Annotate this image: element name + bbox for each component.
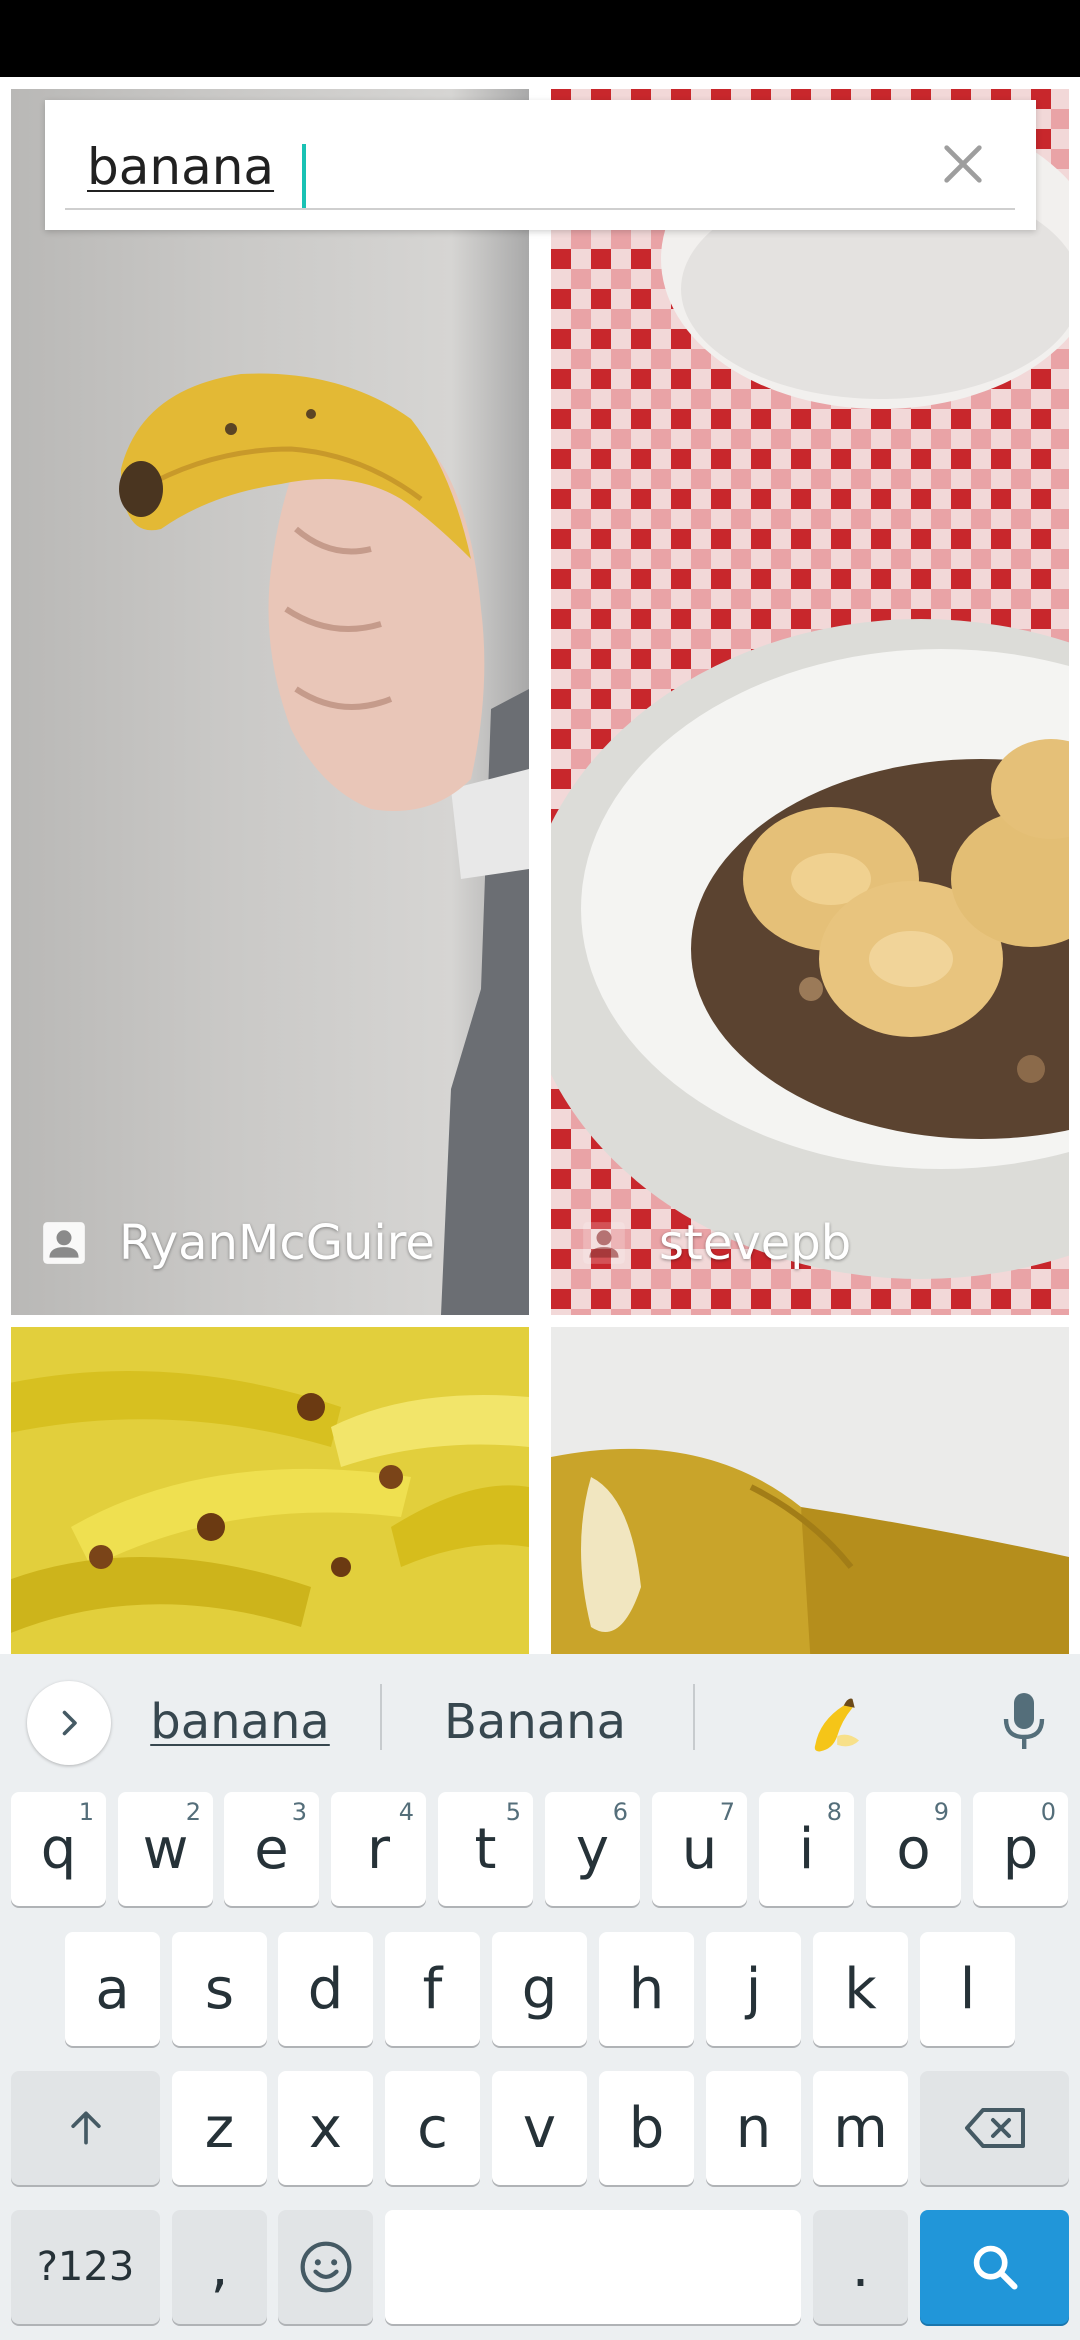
key-e[interactable]: e3 [224,1792,319,1906]
key-j[interactable]: j [706,1932,801,2046]
chevron-right-icon [62,1710,77,1736]
soft-keyboard: banana Banana q1 w2 e3 r4 t5 y6 u7 i8 o9… [0,1654,1080,2340]
key-c[interactable]: c [385,2071,480,2185]
key-v[interactable]: v [492,2071,587,2185]
key-b[interactable]: b [599,2071,694,2185]
author-attribution: RyanMcGuire [39,1215,435,1271]
image-results-grid: RyanMcGuire stevepb [0,77,1080,1654]
author-attribution: stevepb [579,1215,851,1271]
key-f[interactable]: f [385,1932,480,2046]
backspace-icon [964,2108,1025,2148]
shift-key[interactable] [11,2071,160,2185]
key-p[interactable]: p0 [973,1792,1068,1906]
shift-arrow-icon [70,2111,101,2145]
suggestion-1[interactable]: banana [140,1694,340,1750]
key-z[interactable]: z [172,2071,267,2185]
close-icon[interactable] [935,136,991,192]
search-bar: banana [45,100,1036,230]
key-a[interactable]: a [65,1932,160,2046]
author-name: stevepb [659,1215,852,1271]
suggestion-divider [380,1684,382,1750]
key-q[interactable]: q1 [11,1792,106,1906]
suggestion-2[interactable]: Banana [410,1694,660,1750]
text-cursor [302,144,306,208]
search-input[interactable]: banana [65,128,1015,210]
search-query-text: banana [87,138,275,196]
status-bar [0,0,1080,77]
result-image-3[interactable] [11,1327,529,1654]
key-i[interactable]: i8 [759,1792,854,1906]
banana-bunch-illustration [11,1327,529,1654]
expand-suggestions-button[interactable] [27,1681,111,1765]
banana-emoji-icon[interactable] [800,1688,870,1758]
user-icon [583,1222,625,1264]
key-t[interactable]: t5 [438,1792,533,1906]
search-key[interactable] [920,2210,1069,2324]
key-r[interactable]: r4 [331,1792,426,1906]
result-image-1[interactable]: RyanMcGuire [11,89,529,1315]
comma-key[interactable]: , [172,2210,267,2324]
search-icon [973,2245,1018,2290]
author-name: RyanMcGuire [119,1215,435,1271]
result-image-2[interactable]: stevepb [551,89,1069,1315]
key-s[interactable]: s [172,1932,267,2046]
key-u[interactable]: u7 [652,1792,747,1906]
period-key[interactable]: . [813,2210,908,2324]
space-key[interactable] [385,2210,801,2324]
suggestion-divider [693,1684,695,1750]
key-y[interactable]: y6 [545,1792,640,1906]
peeled-banana-illustration [551,1327,1069,1654]
backspace-key[interactable] [920,2071,1069,2185]
key-m[interactable]: m [813,2071,908,2185]
key-w[interactable]: w2 [118,1792,213,1906]
user-icon [43,1222,85,1264]
key-d[interactable]: d [278,1932,373,2046]
key-h[interactable]: h [599,1932,694,2046]
key-o[interactable]: o9 [866,1792,961,1906]
smiley-icon [300,2241,351,2293]
key-n[interactable]: n [706,2071,801,2185]
suggestion-strip: banana Banana [0,1654,1080,1780]
symbols-key[interactable]: ?123 [11,2210,160,2324]
result-image-4[interactable] [551,1327,1069,1654]
key-g[interactable]: g [492,1932,587,2046]
key-k[interactable]: k [813,1932,908,2046]
key-l[interactable]: l [920,1932,1015,2046]
emoji-key[interactable] [278,2210,373,2324]
microphone-icon[interactable] [1000,1688,1048,1754]
key-x[interactable]: x [278,2071,373,2185]
banana-hand-illustration [119,373,529,1315]
cereal-bowl-illustration [551,89,1069,1315]
